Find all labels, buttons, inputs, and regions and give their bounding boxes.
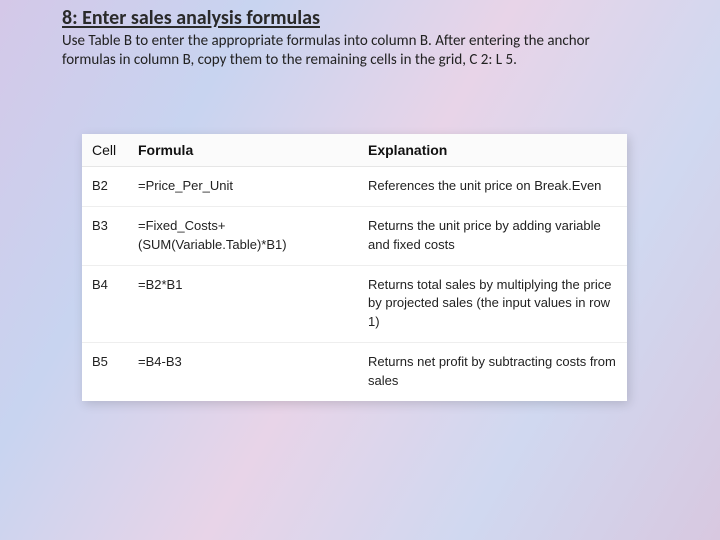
cell-formula: =Price_Per_Unit [128, 167, 358, 207]
cell-formula: =Fixed_Costs+(SUM(Variable.Table)*B1) [128, 206, 358, 265]
slide: 8: Enter sales analysis formulas Use Tab… [0, 0, 720, 540]
table-row: B4 =B2*B1 Returns total sales by multipl… [82, 265, 627, 343]
cell-id: B2 [82, 167, 128, 207]
cell-id: B4 [82, 265, 128, 343]
formula-table-container: Cell Formula Explanation B2 =Price_Per_U… [82, 134, 627, 401]
cell-formula: =B4-B3 [128, 343, 358, 401]
cell-explanation: Returns total sales by multiplying the p… [358, 265, 627, 343]
formula-table: Cell Formula Explanation B2 =Price_Per_U… [82, 134, 627, 401]
cell-explanation: References the unit price on Break.Even [358, 167, 627, 207]
table-header-row: Cell Formula Explanation [82, 134, 627, 167]
cell-id: B5 [82, 343, 128, 401]
header-formula: Formula [128, 134, 358, 167]
table-row: B5 =B4-B3 Returns net profit by subtract… [82, 343, 627, 401]
header-explanation: Explanation [358, 134, 627, 167]
cell-id: B3 [82, 206, 128, 265]
cell-explanation: Returns net profit by subtracting costs … [358, 343, 627, 401]
page-title: 8: Enter sales analysis formulas [62, 6, 658, 30]
table-row: B2 =Price_Per_Unit References the unit p… [82, 167, 627, 207]
description-text: Use Table B to enter the appropriate for… [62, 32, 640, 70]
table-row: B3 =Fixed_Costs+(SUM(Variable.Table)*B1)… [82, 206, 627, 265]
header-cell: Cell [82, 134, 128, 167]
cell-explanation: Returns the unit price by adding variabl… [358, 206, 627, 265]
cell-formula: =B2*B1 [128, 265, 358, 343]
